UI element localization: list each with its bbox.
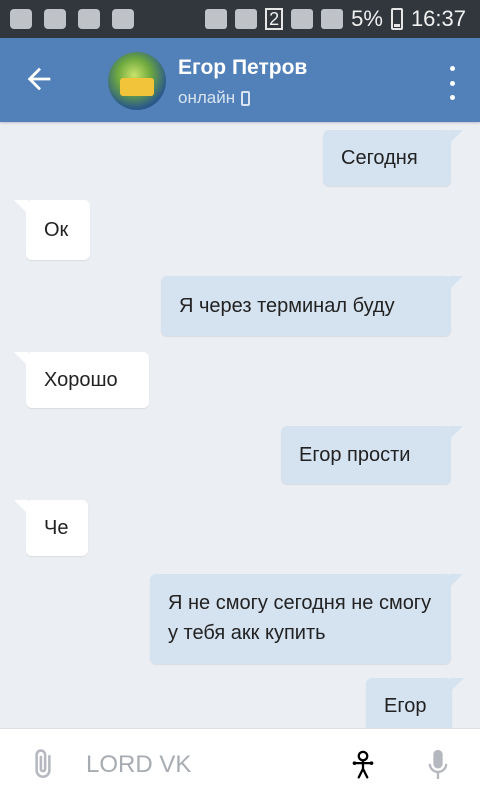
message-in[interactable]: Хорошо (14, 352, 149, 408)
youtube-icon (44, 9, 66, 29)
notification-icons (10, 9, 134, 29)
more-vert-icon[interactable] (442, 66, 462, 100)
youtube-icon (10, 9, 32, 29)
message-text: Хорошо (44, 369, 118, 391)
contact-name[interactable]: Егор Петров (178, 56, 307, 80)
message-text: Я через терминал буду (179, 295, 395, 317)
message-out[interactable]: Егор прости (281, 426, 463, 484)
mail-icon (112, 9, 134, 29)
message-out[interactable]: Егор (366, 678, 464, 728)
message-text: Сегодня (341, 147, 418, 169)
battery-percent: 5% (351, 6, 383, 31)
mobile-phone-icon (241, 90, 251, 106)
composer: LORD VK (0, 728, 480, 801)
avatar-graphic (120, 78, 154, 96)
clock: 16:37 (410, 6, 466, 31)
sticker-icon[interactable] (346, 749, 380, 783)
wifi-icon (235, 9, 258, 29)
message-out[interactable]: Сегодня (323, 130, 463, 186)
status-bar: 2 5% 16:37 (0, 0, 480, 38)
message-input[interactable]: LORD VK (86, 751, 191, 779)
gallery-icon (78, 9, 100, 29)
signal-icon (291, 9, 314, 29)
online-status-text: онлайн (178, 88, 236, 107)
chat-header: Егор Петров онлайн (0, 38, 480, 122)
message-text: Егор прости (299, 444, 411, 466)
message-text: Я не смогу сегодня не смогу у тебя акк к… (168, 592, 432, 644)
message-text: Че (44, 517, 69, 539)
message-in[interactable]: Че (14, 500, 88, 556)
message-text: Ок (44, 219, 69, 241)
contact-status: онлайн (178, 88, 251, 108)
mute-icon (205, 9, 228, 29)
message-out[interactable]: Я через терминал буду (161, 276, 463, 336)
sim-badge: 2 (265, 8, 284, 30)
signal-icon (321, 9, 344, 29)
message-in[interactable]: Ок (14, 200, 90, 260)
back-arrow-icon[interactable] (22, 62, 56, 96)
battery-icon (390, 8, 403, 30)
avatar[interactable] (108, 52, 166, 110)
message-list[interactable]: Сегодня Ок Я через терминал буду Хорошо … (0, 122, 480, 728)
message-out[interactable]: Я не смогу сегодня не смогу у тебя акк к… (150, 574, 463, 664)
message-text: Егор (384, 695, 427, 717)
mic-icon[interactable] (424, 747, 452, 783)
system-indicators: 2 5% 16:37 (205, 6, 466, 32)
attach-icon[interactable] (26, 747, 60, 781)
